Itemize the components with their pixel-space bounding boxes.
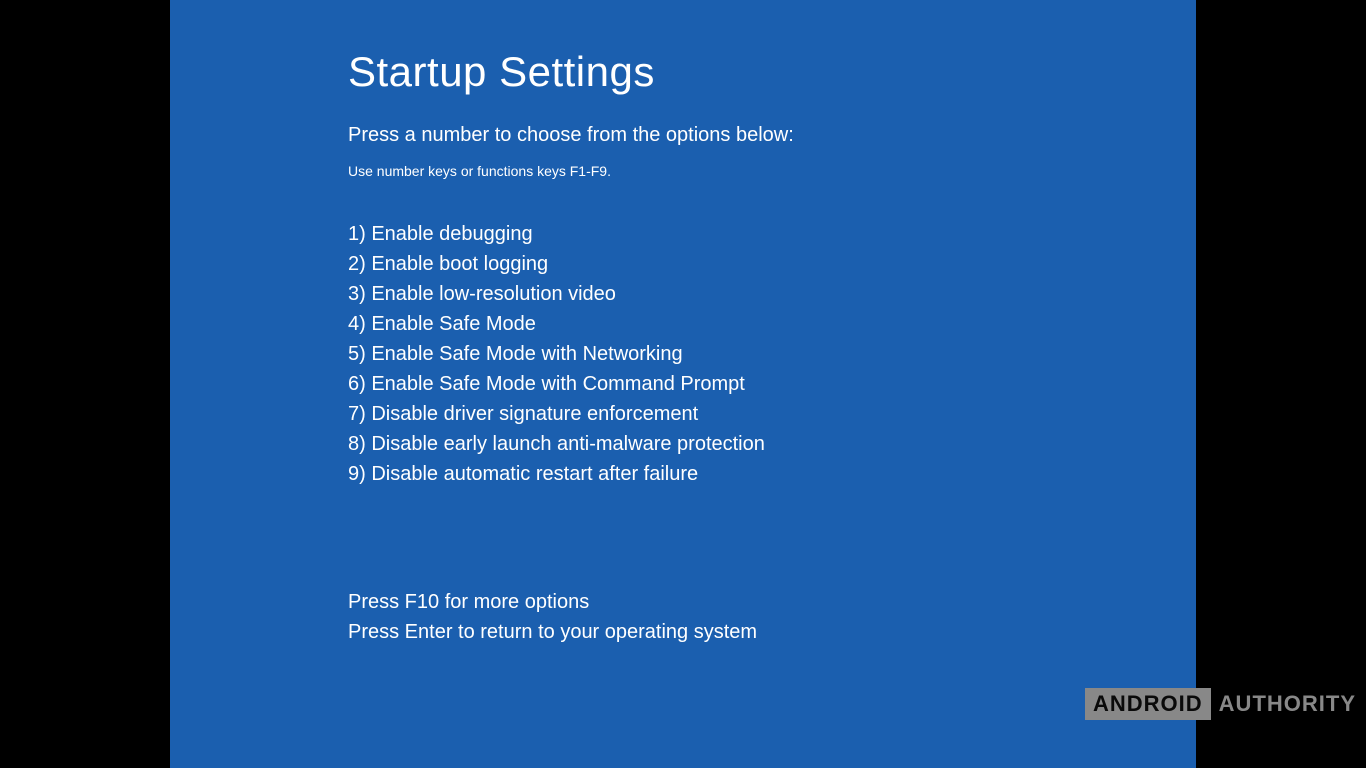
- watermark-box: ANDROID: [1085, 688, 1211, 720]
- watermark: ANDROID AUTHORITY: [1085, 688, 1356, 720]
- option-9[interactable]: 9) Disable automatic restart after failu…: [348, 459, 1196, 489]
- option-8[interactable]: 8) Disable early launch anti-malware pro…: [348, 429, 1196, 459]
- subtitle: Press a number to choose from the option…: [348, 124, 1196, 147]
- watermark-text: AUTHORITY: [1219, 691, 1356, 717]
- option-7[interactable]: 7) Disable driver signature enforcement: [348, 399, 1196, 429]
- more-options-hint: Press F10 for more options: [348, 587, 1196, 617]
- startup-settings-screen: Startup Settings Press a number to choos…: [170, 0, 1196, 768]
- page-title: Startup Settings: [348, 48, 1196, 96]
- option-5[interactable]: 5) Enable Safe Mode with Networking: [348, 339, 1196, 369]
- options-list: 1) Enable debugging 2) Enable boot loggi…: [348, 219, 1196, 489]
- option-1[interactable]: 1) Enable debugging: [348, 219, 1196, 249]
- option-2[interactable]: 2) Enable boot logging: [348, 249, 1196, 279]
- footer-instructions: Press F10 for more options Press Enter t…: [348, 587, 1196, 647]
- hint-text: Use number keys or functions keys F1-F9.: [348, 163, 1196, 179]
- return-hint: Press Enter to return to your operating …: [348, 617, 1196, 647]
- option-6[interactable]: 6) Enable Safe Mode with Command Prompt: [348, 369, 1196, 399]
- option-4[interactable]: 4) Enable Safe Mode: [348, 309, 1196, 339]
- option-3[interactable]: 3) Enable low-resolution video: [348, 279, 1196, 309]
